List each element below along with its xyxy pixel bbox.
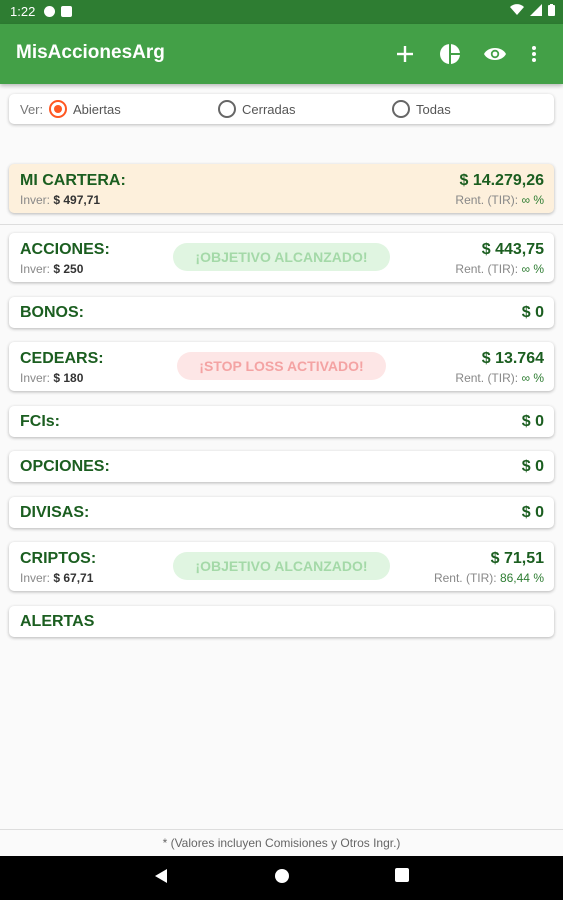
app-notification-icon bbox=[44, 6, 55, 17]
radio-cerradas[interactable]: Cerradas bbox=[218, 100, 295, 118]
chart-button[interactable] bbox=[432, 36, 468, 72]
sd-card-icon bbox=[61, 6, 72, 17]
home-icon[interactable] bbox=[274, 868, 290, 884]
stop-loss-badge: ¡STOP LOSS ACTIVADO! bbox=[177, 352, 386, 380]
card-title: OPCIONES: bbox=[20, 458, 110, 475]
card-return: Rent. (TIR): ∞ % bbox=[455, 262, 544, 276]
radio-abiertas[interactable]: Abiertas bbox=[49, 100, 121, 118]
filter-bar: Ver: Abiertas Cerradas Todas bbox=[9, 94, 554, 124]
filter-label: Ver: bbox=[20, 102, 44, 117]
radio-todas[interactable]: Todas bbox=[392, 100, 451, 118]
radio-unselected-icon bbox=[218, 100, 236, 118]
recents-icon[interactable] bbox=[395, 868, 409, 882]
category-card-acciones[interactable]: ACCIONES: Inver: $ 250 ¡OBJETIVO ALCANZA… bbox=[9, 233, 554, 282]
card-title: CRIPTOS: bbox=[20, 550, 97, 567]
portfolio-summary-card[interactable]: MI CARTERA: Inver: $ 497,71 $ 14.279,26 … bbox=[9, 164, 554, 213]
pie-chart-icon bbox=[440, 44, 460, 64]
divider bbox=[0, 224, 563, 225]
category-card-divisas[interactable]: DIVISAS: $ 0 bbox=[9, 497, 554, 528]
category-card-opciones[interactable]: OPCIONES: $ 0 bbox=[9, 451, 554, 482]
app-bar: MisAccionesArg bbox=[0, 24, 563, 84]
category-card-criptos[interactable]: CRIPTOS: Inver: $ 67,71 ¡OBJETIVO ALCANZ… bbox=[9, 542, 554, 591]
card-invested: Inver: $ 250 bbox=[20, 262, 84, 276]
battery-icon bbox=[548, 4, 555, 16]
card-value: $ 0 bbox=[521, 458, 544, 475]
target-reached-badge: ¡OBJETIVO ALCANZADO! bbox=[173, 243, 390, 271]
card-value: $ 443,75 bbox=[481, 241, 544, 258]
card-value: $ 71,51 bbox=[490, 550, 544, 567]
visibility-button[interactable] bbox=[477, 36, 513, 72]
card-title: ALERTAS bbox=[20, 613, 95, 630]
system-icons bbox=[510, 4, 555, 16]
wifi-icon bbox=[510, 4, 524, 16]
more-vert-icon bbox=[532, 46, 536, 62]
navigation-bar bbox=[0, 856, 563, 900]
add-icon bbox=[397, 46, 413, 62]
status-time: 1:22 bbox=[10, 4, 36, 19]
radio-selected-icon bbox=[49, 100, 67, 118]
card-return: Rent. (TIR): ∞ % bbox=[455, 371, 544, 385]
status-bar: 1:22 bbox=[0, 0, 563, 24]
target-reached-badge: ¡OBJETIVO ALCANZADO! bbox=[173, 552, 390, 580]
card-return: Rent. (TIR): 86,44 % bbox=[433, 571, 544, 585]
card-invested: Inver: $ 180 bbox=[20, 371, 84, 385]
app-title: MisAccionesArg bbox=[16, 42, 165, 63]
back-icon[interactable] bbox=[154, 868, 168, 884]
alerts-card[interactable]: ALERTAS bbox=[9, 606, 554, 637]
card-title: CEDEARS: bbox=[20, 350, 104, 367]
add-button[interactable] bbox=[387, 36, 423, 72]
footer-note: * (Valores incluyen Comisiones y Otros I… bbox=[0, 829, 563, 856]
radio-label: Abiertas bbox=[73, 101, 121, 117]
card-title: DIVISAS: bbox=[20, 504, 90, 521]
overflow-menu-button[interactable] bbox=[516, 36, 552, 72]
eye-icon bbox=[484, 48, 506, 60]
card-invested: Inver: $ 497,71 bbox=[20, 193, 101, 207]
card-invested: Inver: $ 67,71 bbox=[20, 571, 94, 585]
signal-icon bbox=[530, 4, 542, 16]
radio-unselected-icon bbox=[392, 100, 410, 118]
card-return: Rent. (TIR): ∞ % bbox=[455, 193, 544, 207]
card-value: $ 0 bbox=[521, 504, 544, 521]
card-title: BONOS: bbox=[20, 304, 84, 321]
card-title: FCIs: bbox=[20, 413, 60, 430]
card-title: ACCIONES: bbox=[20, 241, 110, 258]
card-value: $ 13.764 bbox=[481, 350, 544, 367]
card-title: MI CARTERA: bbox=[20, 172, 126, 189]
card-value: $ 14.279,26 bbox=[459, 172, 544, 189]
notification-icons bbox=[44, 6, 72, 17]
category-card-fcis[interactable]: FCIs: $ 0 bbox=[9, 406, 554, 437]
card-value: $ 0 bbox=[521, 304, 544, 321]
radio-label: Todas bbox=[416, 101, 451, 117]
category-card-cedears[interactable]: CEDEARS: Inver: $ 180 ¡STOP LOSS ACTIVAD… bbox=[9, 342, 554, 391]
card-value: $ 0 bbox=[521, 413, 544, 430]
radio-label: Cerradas bbox=[242, 101, 296, 117]
category-card-bonos[interactable]: BONOS: $ 0 bbox=[9, 297, 554, 328]
